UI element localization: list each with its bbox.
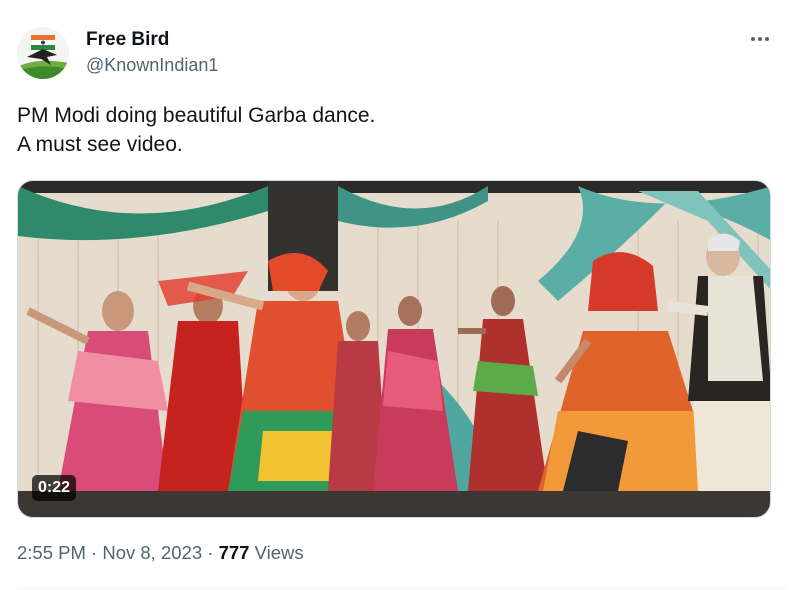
author-display-name[interactable]: Free Bird <box>86 29 169 51</box>
tweet-time[interactable]: 2:55 PM <box>17 542 86 563</box>
video-player[interactable] <box>17 180 771 518</box>
tweet-date[interactable]: Nov 8, 2023 <box>102 542 202 563</box>
more-options-button[interactable] <box>744 26 776 52</box>
meta-separator: · <box>91 542 98 563</box>
divider <box>17 588 787 589</box>
video-duration-badge: 0:22 <box>32 475 77 501</box>
author-avatar[interactable] <box>17 27 69 79</box>
tweet-metadata: 2:55 PM · Nov 8, 2023 · 777 Views <box>17 542 304 564</box>
views-count[interactable]: 777 <box>219 542 250 563</box>
video-thumbnail <box>18 181 770 517</box>
author-handle[interactable]: @KnownIndian1 <box>86 55 218 76</box>
tweet-text-line: PM Modi doing beautiful Garba dance. <box>17 104 376 127</box>
bird-avatar-icon <box>17 27 69 79</box>
meta-separator: · <box>207 542 214 563</box>
more-horizontal-icon <box>751 37 769 41</box>
views-label: Views <box>254 542 304 563</box>
tweet-text: PM Modi doing beautiful Garba dance. A m… <box>17 101 777 159</box>
tweet-text-line: A must see video. <box>17 133 183 156</box>
tweet: Free Bird @KnownIndian1 PM Modi doing be… <box>0 0 802 590</box>
